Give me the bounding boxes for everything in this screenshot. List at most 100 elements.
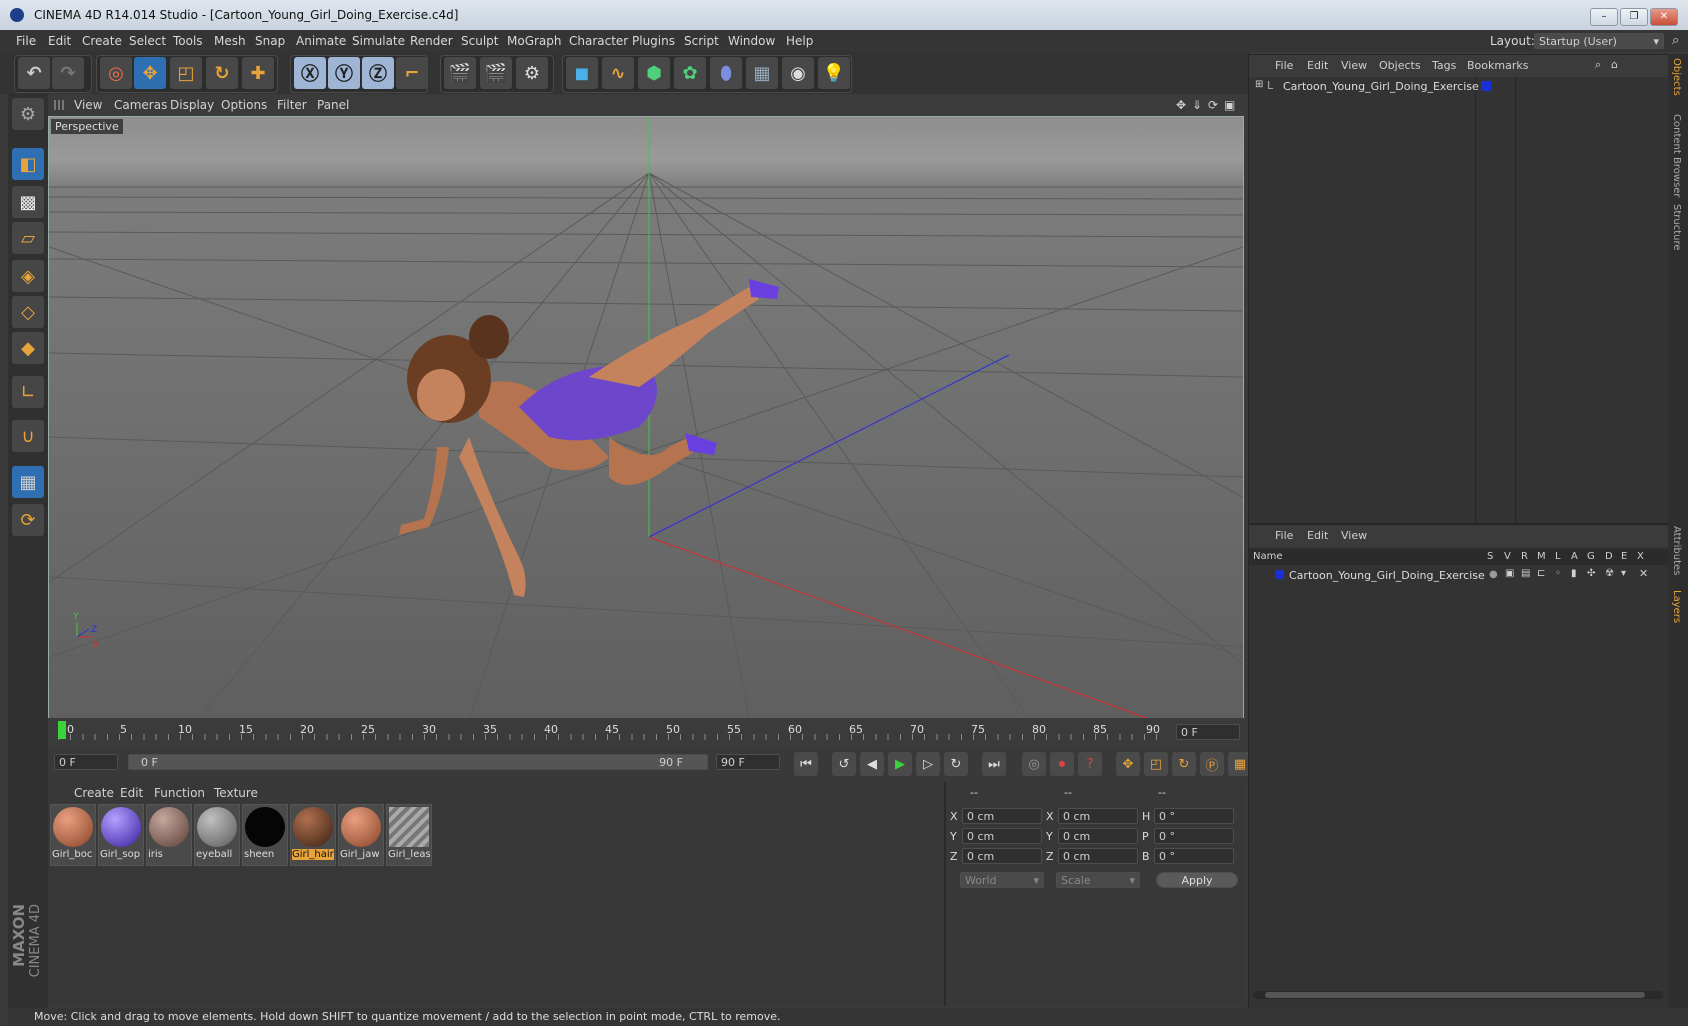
menu-create[interactable]: Create: [82, 34, 122, 48]
layout-select[interactable]: Startup (User) ▾: [1534, 33, 1664, 49]
object-name[interactable]: Cartoon_Young_Girl_Doing_Exercise: [1283, 80, 1479, 93]
deformer-button[interactable]: ⬮: [710, 57, 742, 89]
visible-toggle-icon[interactable]: ▣: [1505, 568, 1514, 579]
workplane-mode-icon[interactable]: ▱: [12, 222, 44, 254]
redo-button[interactable]: ↷: [52, 57, 84, 89]
expand-icon[interactable]: ⊞: [1255, 79, 1263, 90]
menu-help[interactable]: Help: [786, 34, 813, 48]
material-menu-function[interactable]: Function: [154, 786, 205, 800]
rotation-p-field[interactable]: 0 °: [1154, 828, 1234, 844]
pan-view-icon[interactable]: ✥: [1176, 98, 1186, 112]
object-row[interactable]: ⊞ L Cartoon_Young_Girl_Doing_Exercise: [1249, 77, 1669, 95]
objects-menu-tags[interactable]: Tags: [1432, 59, 1456, 72]
viewport-menu-cameras[interactable]: Cameras: [114, 98, 167, 112]
xref-toggle-icon[interactable]: ✕: [1639, 567, 1648, 580]
live-selection-button[interactable]: ◎: [100, 57, 132, 89]
objects-menu-file[interactable]: File: [1275, 59, 1293, 72]
objects-menu-bookmarks[interactable]: Bookmarks: [1467, 59, 1528, 72]
menu-script[interactable]: Script: [684, 34, 719, 48]
previous-key-icon[interactable]: ↺: [832, 752, 856, 776]
x-axis-lock-button[interactable]: Ⓧ: [294, 57, 326, 89]
tab-objects[interactable]: Objects: [1671, 58, 1682, 96]
material-menu-create[interactable]: Create: [74, 786, 114, 800]
deformers-toggle-icon[interactable]: ☢: [1605, 568, 1614, 579]
material-menu-edit[interactable]: Edit: [120, 786, 143, 800]
last-tool-button[interactable]: ✚: [242, 57, 274, 89]
spline-button[interactable]: ∿: [602, 57, 634, 89]
rotation-b-field[interactable]: 0 °: [1154, 848, 1234, 864]
manager-toggle-icon[interactable]: ⊏: [1537, 568, 1545, 579]
edges-mode-icon[interactable]: ◇: [12, 296, 44, 328]
horizontal-scrollbar[interactable]: [1253, 991, 1663, 999]
material-swatch[interactable]: Girl_boc: [50, 804, 96, 866]
viewport-menu-panel[interactable]: Panel: [317, 98, 349, 112]
autokey-icon[interactable]: ⏺: [1050, 752, 1074, 776]
points-mode-icon[interactable]: ◈: [12, 260, 44, 292]
current-frame-field[interactable]: 0 F: [1176, 724, 1240, 740]
move-tool-button[interactable]: ✥: [134, 57, 166, 89]
search-icon[interactable]: ⌕: [1672, 33, 1679, 48]
minimize-button[interactable]: –: [1590, 8, 1618, 26]
position-y-field[interactable]: 0 cm: [962, 828, 1042, 844]
key-position-icon[interactable]: ✥: [1116, 752, 1140, 776]
expressions-toggle-icon[interactable]: ▾: [1621, 568, 1626, 579]
size-mode-select[interactable]: Scale ▾: [1056, 872, 1140, 888]
objects-menu-view[interactable]: View: [1341, 59, 1367, 72]
timeline-ruler[interactable]: 0 5 10 15 20 25 30 35 40 45 50 55 60 65 …: [48, 718, 1246, 746]
position-x-field[interactable]: 0 cm: [962, 808, 1042, 824]
layers-menu-view[interactable]: View: [1341, 529, 1367, 542]
tab-structure[interactable]: Structure: [1671, 204, 1682, 251]
rotate-view-icon[interactable]: ⟳: [1208, 98, 1218, 112]
apply-button[interactable]: Apply: [1156, 872, 1238, 888]
render-picture-viewer-button[interactable]: 🎬: [480, 57, 512, 89]
axis-mode-icon[interactable]: ∟: [12, 376, 44, 408]
tab-attributes[interactable]: Attributes: [1671, 526, 1682, 575]
start-frame-field[interactable]: 0 F: [54, 754, 118, 770]
light-button[interactable]: 💡: [818, 57, 850, 89]
menu-plugins[interactable]: Plugins: [632, 34, 675, 48]
z-axis-lock-button[interactable]: Ⓩ: [362, 57, 394, 89]
key-param-icon[interactable]: Ⓟ: [1200, 752, 1224, 776]
rotation-h-field[interactable]: 0 °: [1154, 808, 1234, 824]
menu-mograph[interactable]: MoGraph: [507, 34, 562, 48]
next-key-icon[interactable]: ↻: [944, 752, 968, 776]
texture-mode-icon[interactable]: ▩: [12, 186, 44, 218]
keyframe-selection-icon[interactable]: ?: [1078, 752, 1102, 776]
previous-frame-icon[interactable]: ◀: [860, 752, 884, 776]
menu-snap[interactable]: Snap: [255, 34, 285, 48]
playhead[interactable]: [58, 721, 66, 739]
position-z-field[interactable]: 0 cm: [962, 848, 1042, 864]
animation-toggle-icon[interactable]: ▮: [1571, 568, 1577, 579]
frame-range-slider[interactable]: 0 F 90 F: [128, 754, 708, 770]
material-swatch[interactable]: Girl_leas: [386, 804, 432, 866]
go-to-start-icon[interactable]: ⏮: [794, 752, 818, 776]
coordinate-system-button[interactable]: ⌐: [396, 57, 428, 89]
material-menu-texture[interactable]: Texture: [214, 786, 258, 800]
layer-name[interactable]: Cartoon_Young_Girl_Doing_Exercise: [1289, 569, 1485, 582]
make-editable-icon[interactable]: ⚙: [12, 98, 44, 130]
material-swatch[interactable]: iris: [146, 804, 192, 866]
next-frame-icon[interactable]: ▷: [916, 752, 940, 776]
coordinate-space-select[interactable]: World ▾: [960, 872, 1044, 888]
viewport-menu-view[interactable]: View: [74, 98, 102, 112]
generators-toggle-icon[interactable]: ✣: [1587, 568, 1595, 579]
menu-select[interactable]: Select: [129, 34, 166, 48]
maximize-view-icon[interactable]: ▣: [1224, 98, 1235, 112]
layers-menu-file[interactable]: File: [1275, 529, 1293, 542]
size-y-field[interactable]: 0 cm: [1058, 828, 1138, 844]
menu-animate[interactable]: Animate: [296, 34, 346, 48]
material-swatch[interactable]: Girl_sop: [98, 804, 144, 866]
go-to-end-icon[interactable]: ⏭: [982, 752, 1006, 776]
viewport-menu-display[interactable]: Display: [170, 98, 214, 112]
menu-simulate[interactable]: Simulate: [352, 34, 405, 48]
workplane-lock-icon[interactable]: ▦: [12, 466, 44, 498]
y-axis-lock-button[interactable]: Ⓨ: [328, 57, 360, 89]
render-view-button[interactable]: 🎬: [444, 57, 476, 89]
material-swatch-selected[interactable]: Girl_hair: [290, 804, 336, 866]
material-swatch[interactable]: sheen: [242, 804, 288, 866]
undo-button[interactable]: ↶: [18, 57, 50, 89]
snap-icon[interactable]: ⟳: [12, 504, 44, 536]
end-frame-field[interactable]: 90 F: [716, 754, 780, 770]
objects-menu-edit[interactable]: Edit: [1307, 59, 1328, 72]
menu-render[interactable]: Render: [410, 34, 453, 48]
